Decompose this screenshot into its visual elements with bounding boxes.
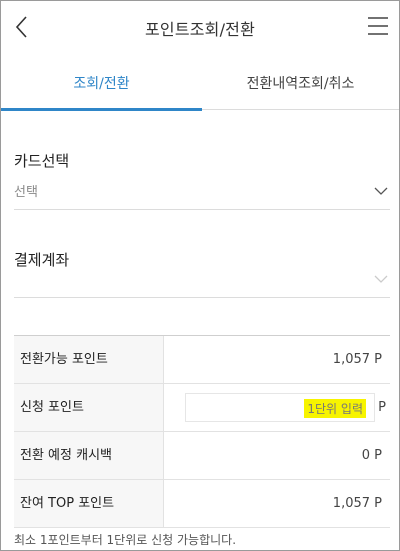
- apply-points-unit: P: [378, 400, 386, 415]
- top-header: 포인트조회/전환: [1, 1, 399, 53]
- expected-cashback-label: 전환 예정 캐시백: [14, 432, 164, 479]
- apply-points-label: 신청 포인트: [14, 384, 164, 431]
- table-row-expected: 전환 예정 캐시백 0 P: [14, 432, 390, 480]
- menu-button[interactable]: [367, 15, 389, 37]
- card-select-dropdown[interactable]: 선택: [14, 174, 390, 210]
- table-row-convertible: 전환가능 포인트 1,057 P: [14, 336, 390, 384]
- card-select-value: 선택: [14, 185, 38, 200]
- remaining-points-label: 잔여 TOP 포인트: [14, 480, 164, 527]
- minimum-apply-note: 최소 1포인트부터 1단위로 신청 가능합니다.: [14, 533, 237, 547]
- convertible-points-value: 1,057 P: [332, 352, 382, 367]
- tab-inquiry-convert[interactable]: 조회/전환: [1, 58, 202, 111]
- tab-history-cancel[interactable]: 전환내역조회/취소: [202, 58, 399, 110]
- apply-points-placeholder: 1단위 입력: [304, 399, 366, 418]
- account-select-dropdown[interactable]: [14, 262, 390, 298]
- tab-bar: 조회/전환 전환내역조회/취소: [1, 58, 399, 111]
- card-select-label: 카드선택: [14, 152, 70, 170]
- page-title: 포인트조회/전환: [144, 20, 256, 39]
- remaining-points-value: 1,057 P: [332, 496, 382, 511]
- expected-cashback-value: 0 P: [361, 448, 382, 463]
- chevron-down-icon: [374, 275, 388, 283]
- hamburger-icon: [368, 17, 388, 35]
- points-table: 전환가능 포인트 1,057 P 신청 포인트 1단위 입력 P 전환 예정 캐…: [14, 335, 390, 528]
- chevron-down-icon: [374, 187, 388, 195]
- table-row-remaining: 잔여 TOP 포인트 1,057 P: [14, 480, 390, 528]
- convertible-points-label: 전환가능 포인트: [14, 336, 164, 383]
- table-row-apply: 신청 포인트 1단위 입력 P: [14, 384, 390, 432]
- apply-points-input[interactable]: 1단위 입력: [185, 393, 375, 422]
